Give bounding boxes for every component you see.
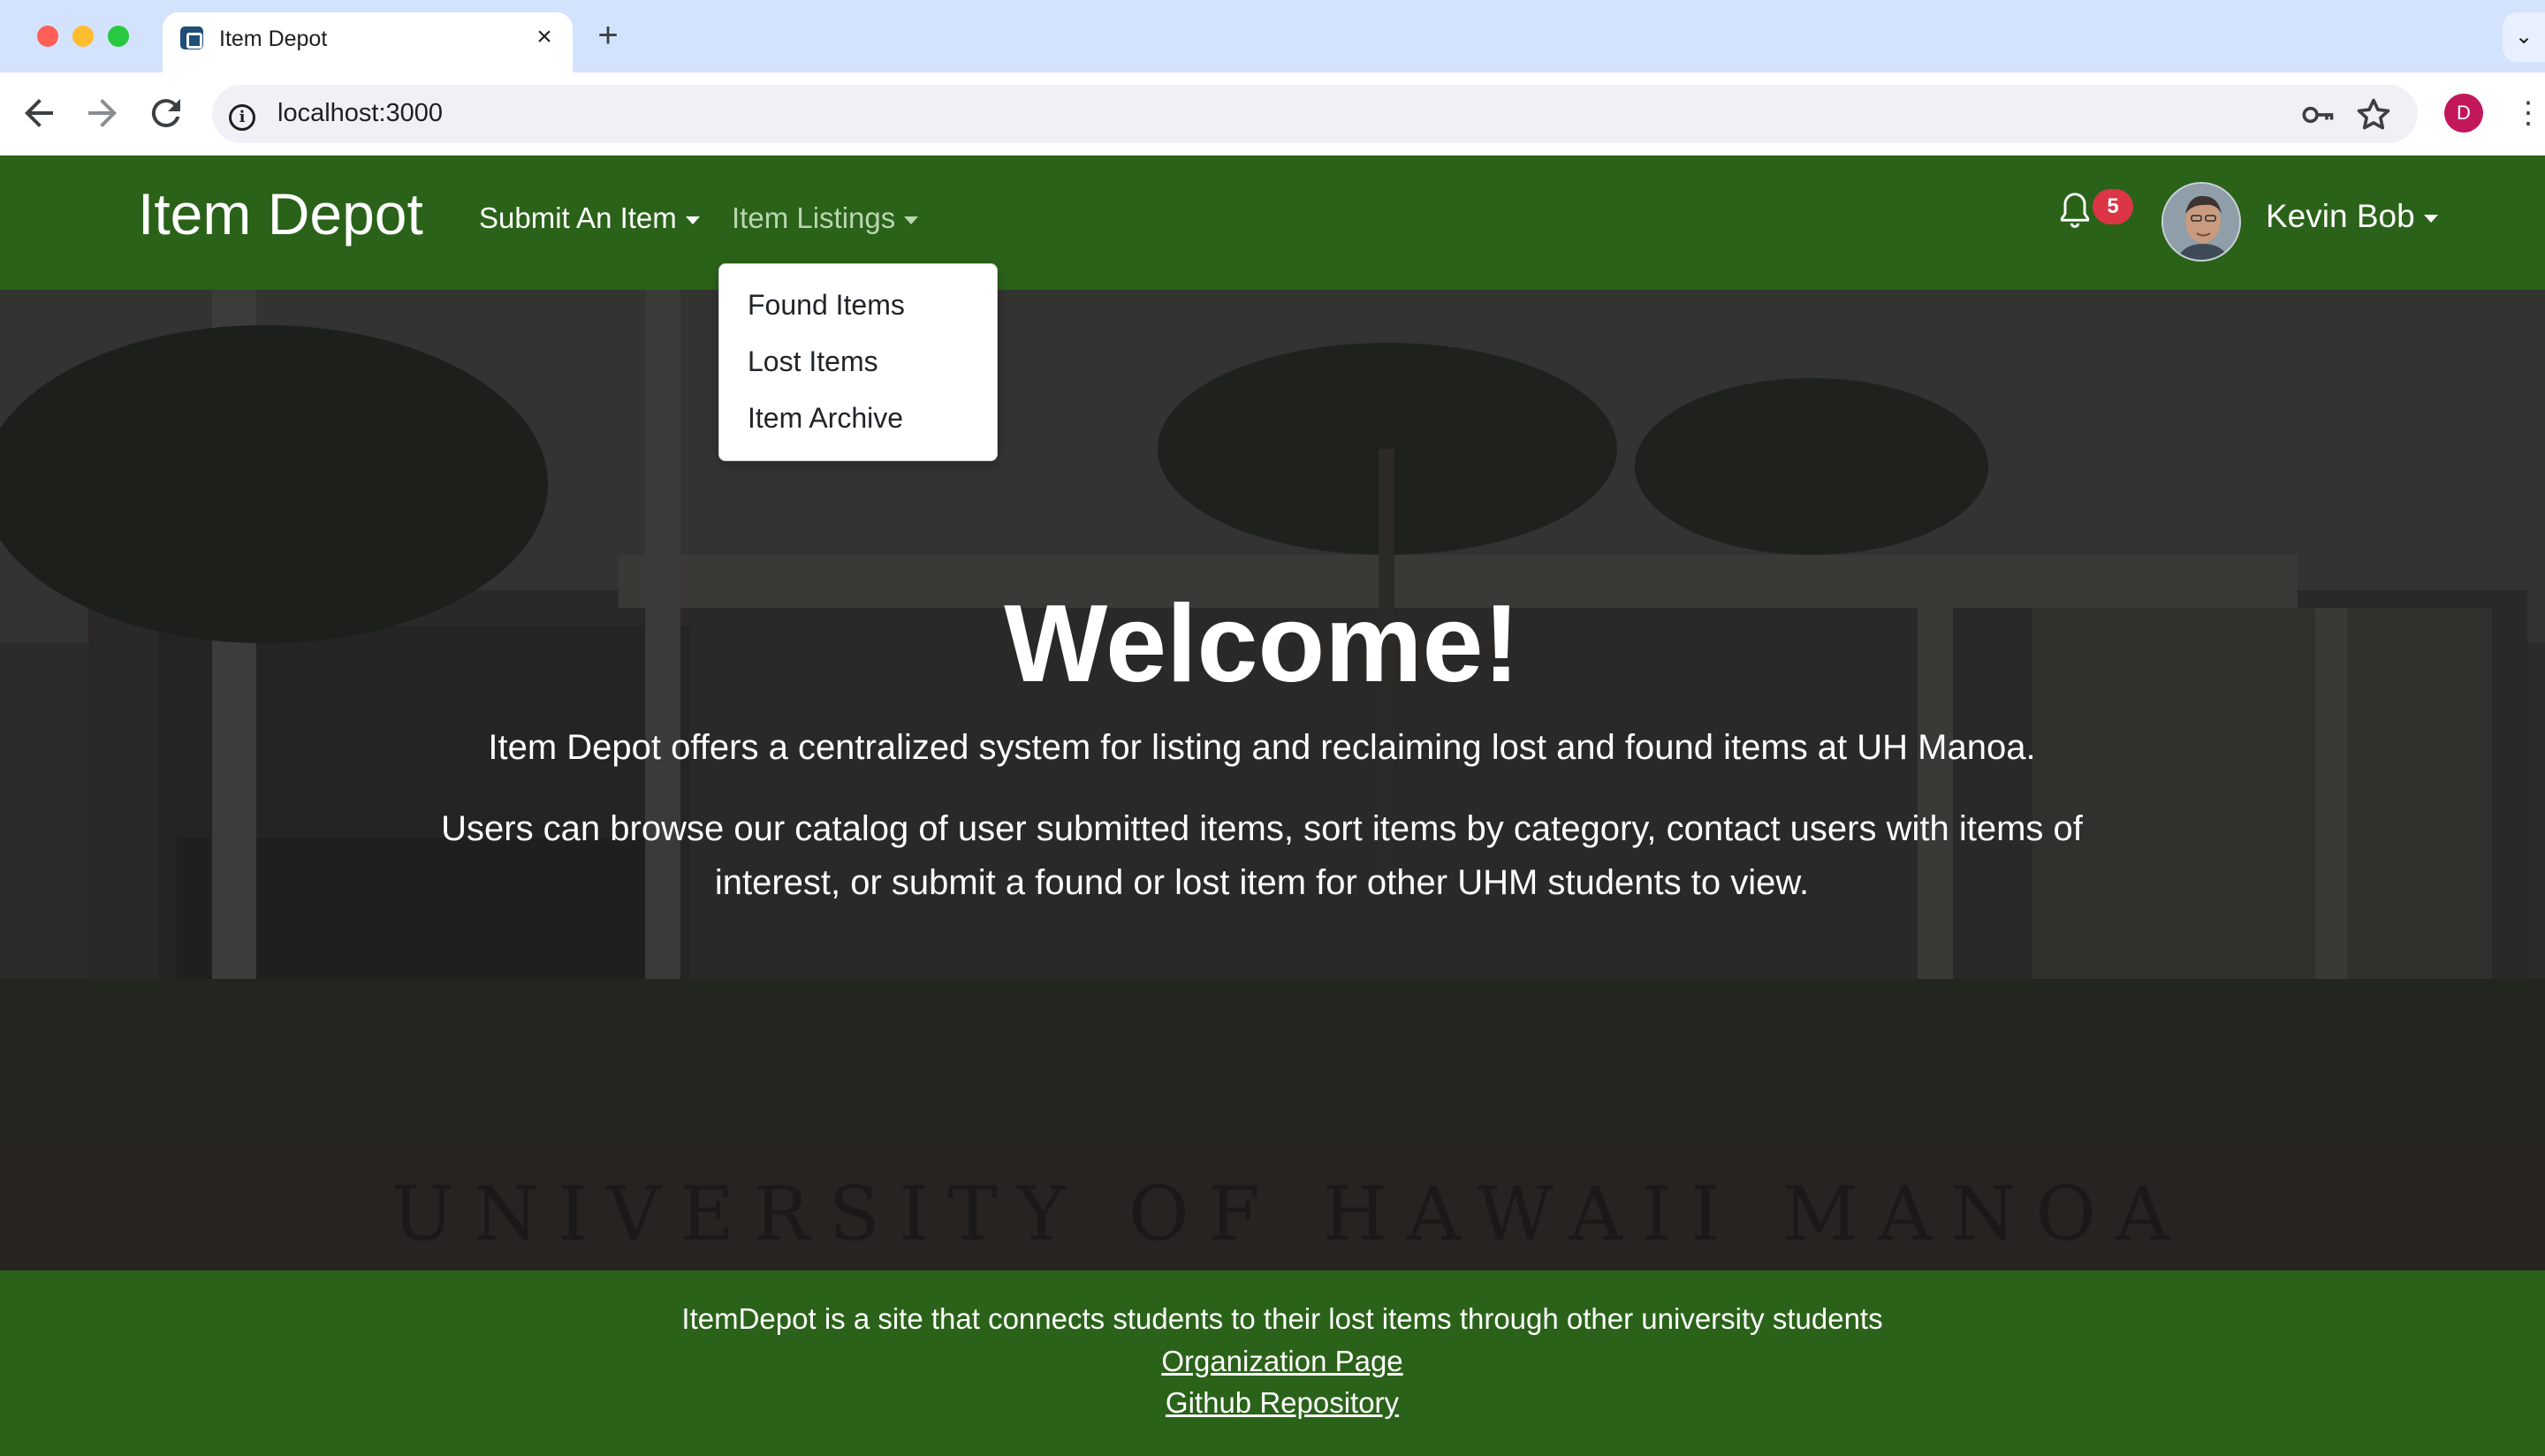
sign-text: UNIVERSITY OF HAWAII MANOA xyxy=(391,1171,2189,1257)
favicon-icon xyxy=(180,27,203,49)
profile-avatar[interactable]: D xyxy=(2444,94,2483,133)
github-repository-link[interactable]: Github Repository xyxy=(0,1386,2545,1420)
hero-section: UNIVERSITY OF HAWAII MANOA Welcome! Item… xyxy=(0,290,2545,1270)
submit-item-label: Submit An Item xyxy=(479,201,677,234)
item-listings-menu: Found Items Lost Items Item Archive xyxy=(718,263,998,461)
brand-logo[interactable]: Item Depot xyxy=(138,180,423,247)
url-text[interactable]: localhost:3000 xyxy=(277,99,443,128)
arrow-right-icon xyxy=(88,99,117,127)
campus-background-image: UNIVERSITY OF HAWAII MANOA xyxy=(0,290,2545,1270)
user-menu-dropdown[interactable]: Kevin Bob xyxy=(2266,198,2438,235)
user-name: Kevin Bob xyxy=(2266,198,2415,234)
browser-tab-bar: Item Depot × + ⌄ xyxy=(0,0,2545,72)
organization-page-link[interactable]: Organization Page xyxy=(0,1345,2545,1378)
tab-close-icon[interactable]: × xyxy=(528,21,560,53)
site-info-icon[interactable]: i xyxy=(224,96,260,132)
close-window-button[interactable] xyxy=(37,26,58,47)
maximize-window-button[interactable] xyxy=(108,26,129,47)
arrow-left-icon xyxy=(25,99,53,127)
forward-button[interactable] xyxy=(81,92,124,134)
menu-item-lost-items[interactable]: Lost Items xyxy=(748,345,878,378)
submit-item-dropdown[interactable]: Submit An Item xyxy=(479,201,700,235)
bookmark-star-icon[interactable] xyxy=(2354,95,2393,134)
menu-item-found-items[interactable]: Found Items xyxy=(748,289,905,322)
browser-menu-icon[interactable]: ⋮ xyxy=(2513,94,2543,133)
password-key-icon[interactable] xyxy=(2298,95,2336,134)
hero-paragraph-1: Item Depot offers a centralized system f… xyxy=(488,728,2036,767)
reload-icon xyxy=(151,99,180,128)
item-listings-label: Item Listings xyxy=(732,201,896,234)
caret-down-icon xyxy=(2423,214,2438,223)
notification-bell-icon[interactable] xyxy=(2055,187,2094,237)
footer-description: ItemDepot is a site that connects studen… xyxy=(681,1302,1883,1335)
menu-item-item-archive[interactable]: Item Archive xyxy=(748,402,903,435)
hero-title: Welcome! xyxy=(1004,583,1520,705)
caret-down-icon xyxy=(904,216,919,224)
caret-down-icon xyxy=(685,216,700,224)
browser-toolbar: i localhost:3000 D ⋮ xyxy=(0,72,2545,155)
tab-title: Item Depot xyxy=(219,27,328,51)
user-avatar[interactable] xyxy=(2161,182,2241,262)
back-button[interactable] xyxy=(18,92,60,134)
minimize-window-button[interactable] xyxy=(72,26,94,47)
site-navbar: Item Depot Submit An Item Item Listings … xyxy=(0,155,2545,290)
new-tab-button[interactable]: + xyxy=(590,18,626,53)
reload-button[interactable] xyxy=(145,92,187,134)
chevron-down-icon: ⌄ xyxy=(2514,25,2534,49)
hero-paragraph-2: Users can browse our catalog of user sub… xyxy=(441,809,2083,902)
browser-tab[interactable]: Item Depot × xyxy=(163,12,573,72)
site-footer: ItemDepot is a site that connects studen… xyxy=(0,1270,2545,1456)
notification-badge: 5 xyxy=(2093,189,2133,224)
tab-search-button[interactable]: ⌄ xyxy=(2503,12,2545,62)
item-listings-dropdown[interactable]: Item Listings xyxy=(732,201,919,235)
address-bar[interactable]: i localhost:3000 xyxy=(212,85,2418,143)
